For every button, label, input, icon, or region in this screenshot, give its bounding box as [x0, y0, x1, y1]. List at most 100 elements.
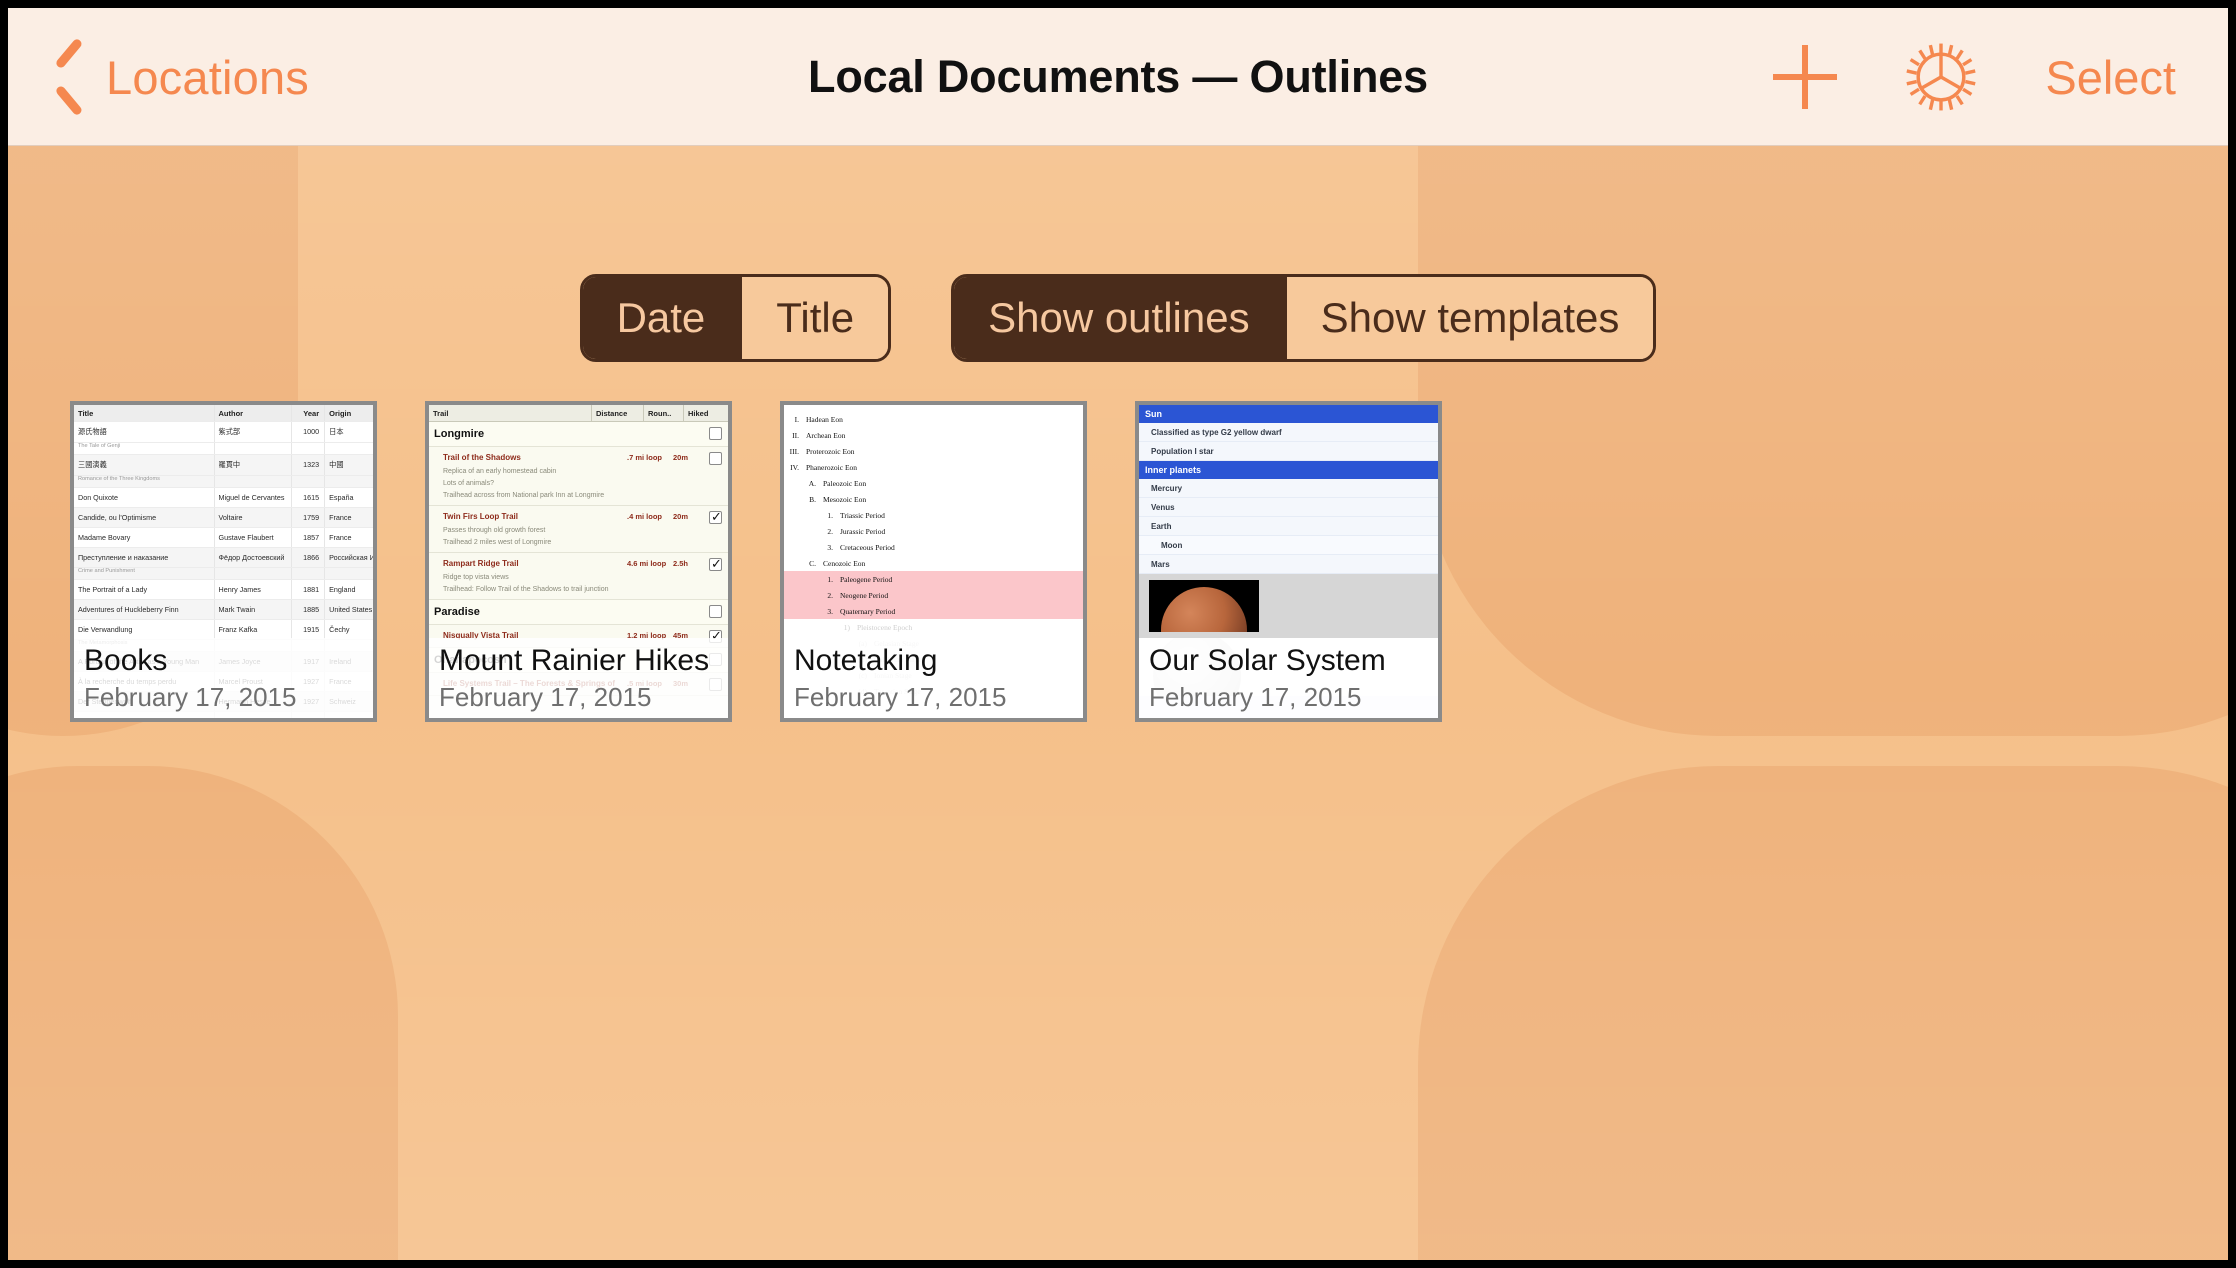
- section-header[interactable]: Inner planets: [1139, 461, 1438, 479]
- cell-title: 三國演義: [74, 455, 215, 475]
- outline-text: Phanerozoic Eon: [806, 462, 858, 472]
- hiked-checkbox[interactable]: [709, 556, 722, 572]
- outline-row[interactable]: 2. Jurassic Period: [784, 523, 1083, 539]
- outline-row[interactable]: Classified as type G2 yellow dwarf: [1139, 423, 1438, 442]
- column-header: Hiked: [688, 409, 709, 418]
- trail-row[interactable]: Twin Firs Loop Trail .4 mi loop 20m Passes …: [429, 506, 728, 553]
- table-row[interactable]: Die Verwandlung Franz Kafka 1915 Čechy: [74, 620, 373, 640]
- column-header: Roun..: [644, 405, 684, 421]
- outline-row[interactable]: 2. Neogene Period: [784, 587, 1083, 603]
- trail-time: 20m: [673, 512, 689, 521]
- document-item-books[interactable]: Title Author Year Origin 源氏物語 紫式部 1000 日本 The Ta…: [70, 401, 377, 722]
- gear-icon[interactable]: [1903, 39, 1979, 115]
- trail-name: Rampart Ridge Trail: [443, 559, 519, 568]
- document-thumbnail-card[interactable]: Sun Classified as type G2 yellow dwarf Pop…: [1135, 401, 1442, 722]
- outline-text: Pleistocene Epoch: [857, 622, 913, 632]
- outline-row[interactable]: IV. Phanerozoic Eon: [784, 459, 1083, 475]
- outline-number: IV.: [790, 462, 799, 472]
- outline-row[interactable]: I. Hadean Eon: [784, 411, 1083, 427]
- table-row[interactable]: 源氏物語 紫式部 1000 日本: [74, 422, 373, 443]
- column-header: Distance: [592, 405, 644, 421]
- outline-number: 1.: [827, 510, 833, 520]
- cell-year: 1915: [292, 620, 326, 639]
- plus-icon[interactable]: [1773, 45, 1838, 109]
- outline-row[interactable]: Earth: [1139, 517, 1438, 536]
- trail-group-row[interactable]: Longmire: [429, 422, 728, 447]
- outline-row[interactable]: II. Archean Eon: [784, 427, 1083, 443]
- cell-origin: 日本: [329, 427, 344, 436]
- hiked-checkbox[interactable]: [709, 509, 722, 525]
- cell-title: Don Quixote: [74, 488, 215, 507]
- outline-row[interactable]: 3. Cretaceous Period: [784, 539, 1083, 555]
- outline-row[interactable]: Mars: [1139, 555, 1438, 574]
- cell-author: 羅貫中: [215, 455, 293, 475]
- document-date: February 17, 2015: [439, 682, 652, 712]
- trail-note: Replica of an early homestead cabin: [443, 468, 557, 475]
- outline-row[interactable]: A. Paleozoic Eon: [784, 475, 1083, 491]
- cell-year: 1866: [292, 548, 326, 567]
- outline-text: Paleogene Period: [840, 574, 893, 584]
- hiked-checkbox[interactable]: [709, 427, 722, 440]
- document-item-mount-rainier-hikes[interactable]: Trail Distance Roun.. Hiked Longmire Trail of…: [425, 401, 732, 722]
- outline-row[interactable]: Moon: [1139, 536, 1438, 555]
- document-label: Notetaking February 17, 2015: [784, 638, 1083, 718]
- column-header: Year: [292, 405, 326, 421]
- cell-year: 1881: [292, 580, 326, 599]
- document-title: Books: [84, 644, 168, 677]
- outline-number: 1.: [827, 574, 833, 584]
- document-label: Mount Rainier Hikes February 17, 2015: [429, 638, 728, 718]
- cell-subtitle: Romance of the Three Kingdoms: [74, 476, 215, 487]
- outline-row[interactable]: 3. Quaternary Period: [784, 603, 1083, 619]
- hiked-checkbox[interactable]: [709, 452, 722, 465]
- toolbar-controls: Date Title Show outlines Show templates: [8, 274, 2228, 362]
- outline-row[interactable]: 1) Pleistocene Epoch: [784, 619, 1083, 635]
- table-row[interactable]: Adventures of Huckleberry Finn Mark Twain…: [74, 600, 373, 620]
- outline-text: Quaternary Period: [840, 606, 896, 616]
- filter-option-show-outlines[interactable]: Show outlines: [954, 277, 1284, 359]
- sort-option-title[interactable]: Title: [739, 277, 889, 359]
- cell-year: 1759: [292, 508, 326, 527]
- table-row[interactable]: The Portrait of a Lady Henry James 1881 Eng…: [74, 580, 373, 600]
- outline-row[interactable]: III. Proterozoic Eon: [784, 443, 1083, 459]
- cell-origin: España: [329, 493, 354, 502]
- document-thumbnail-card[interactable]: Trail Distance Roun.. Hiked Longmire Trail of…: [425, 401, 732, 722]
- cell-author: 紫式部: [215, 422, 293, 442]
- cell-origin: 中國: [329, 460, 344, 469]
- table-subrow: The Tale of Genji: [74, 443, 373, 455]
- document-date: February 17, 2015: [84, 682, 297, 712]
- outline-row[interactable]: 1. Triassic Period: [784, 507, 1083, 523]
- table-row[interactable]: Madame Bovary Gustave Flaubert 1857 France: [74, 528, 373, 548]
- select-button[interactable]: Select: [2045, 50, 2176, 105]
- document-item-our-solar-system[interactable]: Sun Classified as type G2 yellow dwarf Pop…: [1135, 401, 1442, 722]
- hiked-checkbox[interactable]: [709, 605, 722, 618]
- outline-row[interactable]: 1. Paleogene Period: [784, 571, 1083, 587]
- document-thumbnail-card[interactable]: Title Author Year Origin 源氏物語 紫式部 1000 日本 The Ta…: [70, 401, 377, 722]
- outline-row[interactable]: Mercury: [1139, 479, 1438, 498]
- cell-year: 1885: [292, 600, 326, 619]
- table-row[interactable]: Преступление и наказание Фёдор Достоевски…: [74, 548, 373, 568]
- outline-row[interactable]: C. Cenozoic Eon: [784, 555, 1083, 571]
- document-item-notetaking[interactable]: I. Hadean Eon II. Archean Eon III. Proterozoi…: [780, 401, 1087, 722]
- trail-group-row[interactable]: Paradise: [429, 600, 728, 625]
- table-header-row: Trail Distance Roun.. Hiked: [429, 405, 728, 422]
- section-header[interactable]: Sun: [1139, 405, 1438, 423]
- column-header: Author: [215, 405, 293, 421]
- outline-row[interactable]: Venus: [1139, 498, 1438, 517]
- table-row[interactable]: Don Quixote Miguel de Cervantes 1615 España: [74, 488, 373, 508]
- table-row[interactable]: Candide, ou l'Optimisme Voltaire 1759 Franc…: [74, 508, 373, 528]
- outline-number: II.: [792, 430, 799, 440]
- trail-time: 2.5h: [673, 559, 689, 568]
- outline-row[interactable]: Population I star: [1139, 442, 1438, 461]
- outline-number: C.: [809, 558, 816, 568]
- outline-row[interactable]: B. Mesozoic Eon: [784, 491, 1083, 507]
- cell-year: 1323: [292, 455, 326, 475]
- sort-option-date[interactable]: Date: [582, 277, 740, 359]
- filter-option-show-templates[interactable]: Show templates: [1283, 277, 1654, 359]
- table-row[interactable]: 三國演義 羅貫中 1323 中國: [74, 455, 373, 476]
- outline-text: Mesozoic Eon: [823, 494, 867, 504]
- trail-row[interactable]: Trail of the Shadows .7 mi loop 20m Replica…: [429, 447, 728, 506]
- cell-origin: Čechy: [329, 625, 350, 634]
- document-thumbnail-card[interactable]: I. Hadean Eon II. Archean Eon III. Proterozoi…: [780, 401, 1087, 722]
- trail-row[interactable]: Rampart Ridge Trail 4.6 mi loop 2.5h Ridge …: [429, 553, 728, 600]
- cell-subtitle: The Tale of Genji: [74, 443, 215, 454]
